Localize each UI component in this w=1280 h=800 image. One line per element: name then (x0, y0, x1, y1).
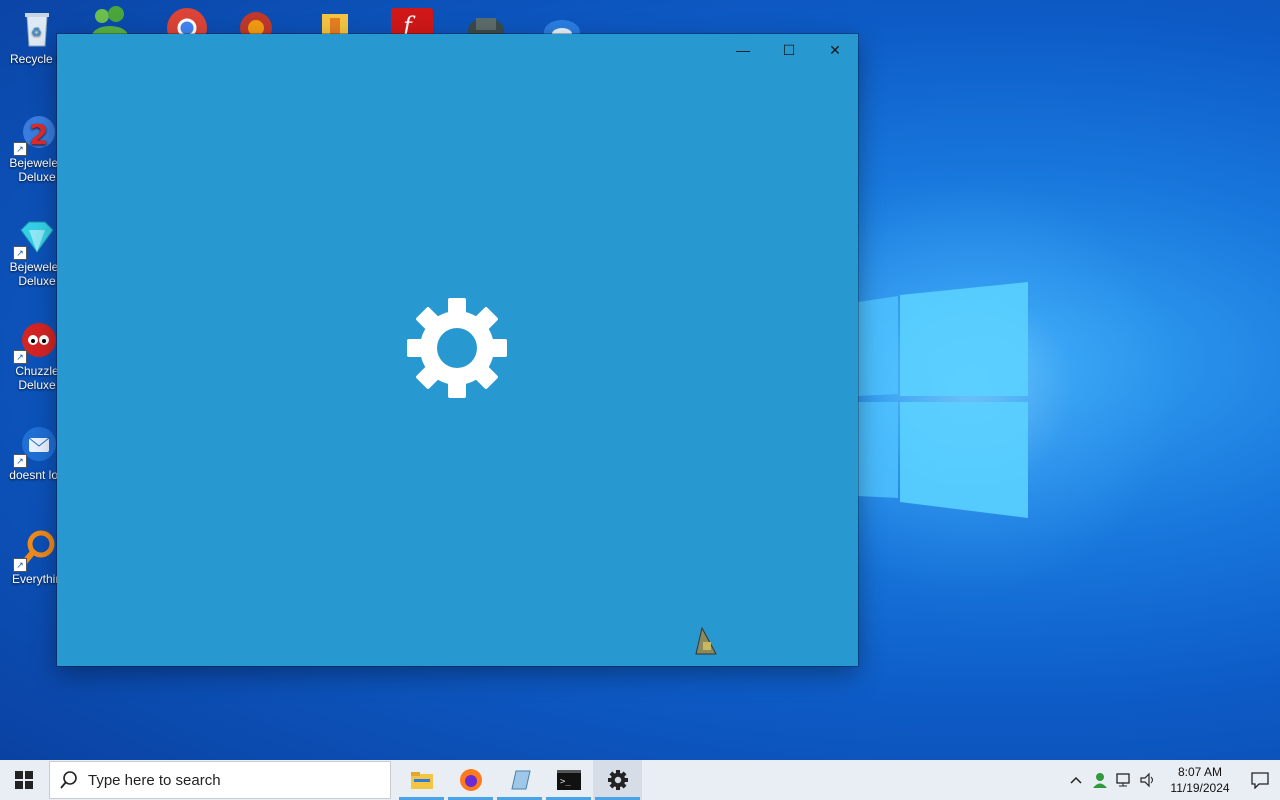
search-placeholder: Type here to search (88, 771, 221, 789)
settings-window[interactable]: — ☐ ✕ (57, 34, 858, 666)
maximize-button[interactable]: ☐ (766, 34, 812, 66)
taskbar-notepad[interactable] (495, 760, 544, 800)
svg-text:2: 2 (29, 118, 48, 151)
clock-time: 8:07 AM (1177, 765, 1223, 779)
shortcut-arrow-icon: ↗ (13, 350, 27, 364)
start-button[interactable] (0, 760, 48, 800)
action-center-button[interactable] (1240, 760, 1280, 800)
taskbar-terminal[interactable]: >_ (544, 760, 593, 800)
tray-volume-button[interactable] (1136, 760, 1160, 800)
users-icon[interactable] (88, 4, 132, 46)
bejeweled-icon: ↗ (13, 216, 57, 260)
shortcut-arrow-icon: ↗ (13, 454, 27, 468)
recycle-bin-icon: ♻ (17, 8, 57, 48)
app-icon[interactable] (236, 4, 280, 44)
search-icon (50, 771, 88, 789)
tray-user-button[interactable] (1088, 760, 1112, 800)
file-explorer-icon (410, 772, 433, 789)
shortcut-arrow-icon: ↗ (13, 142, 27, 156)
window-titlebar[interactable]: — ☐ ✕ (720, 34, 858, 66)
notification-icon (1251, 772, 1269, 789)
archive-icon[interactable] (316, 4, 360, 40)
tray-network-button[interactable] (1112, 760, 1136, 800)
chrome-icon[interactable] (165, 4, 209, 48)
maximize-icon: ☐ (782, 41, 796, 58)
show-hidden-icons-button[interactable] (1064, 760, 1088, 800)
bejeweled2-icon: 2 ↗ (13, 112, 57, 156)
shortcut-arrow-icon: ↗ (13, 246, 27, 260)
taskbar-settings[interactable] (593, 760, 642, 800)
minimize-button[interactable]: — (720, 34, 766, 66)
system-tray: 8:07 AM 11/19/2024 (1064, 760, 1280, 800)
volume-icon (1140, 772, 1153, 788)
firefox-icon (459, 769, 482, 791)
svg-text:♻: ♻ (31, 25, 42, 39)
everything-search-icon: ↗ (13, 528, 57, 572)
taskbar-firefox[interactable] (446, 760, 495, 800)
taskbar-apps: >_ (397, 760, 642, 800)
windows-start-icon (15, 771, 33, 789)
network-icon (1116, 773, 1130, 787)
flash-icon[interactable]: f (389, 4, 433, 40)
close-button[interactable]: ✕ (812, 34, 858, 66)
close-icon: ✕ (829, 41, 841, 58)
terminal-icon: >_ (556, 770, 581, 790)
taskbar: Type here to search >_ 8:07 AM 11/19/202… (0, 760, 1280, 800)
settings-icon (607, 770, 628, 790)
settings-gear-icon (407, 298, 507, 398)
notepad-icon (510, 770, 531, 790)
minimize-icon: — (736, 42, 750, 58)
user-icon (1093, 773, 1107, 788)
busy-cursor-icon (695, 626, 717, 655)
chevron-up-icon (1070, 776, 1082, 784)
windows-logo-wallpaper (858, 282, 1028, 518)
taskbar-search-box[interactable]: Type here to search (49, 761, 391, 799)
chuzzle-icon: ↗ (13, 320, 57, 364)
shortcut-arrow-icon: ↗ (13, 558, 27, 572)
taskbar-file-explorer[interactable] (397, 760, 446, 800)
clock-date: 11/19/2024 (1170, 781, 1230, 795)
svg-text:>_: >_ (560, 777, 571, 787)
bird-icon[interactable] (538, 4, 582, 44)
thunderbird-icon: ↗ (13, 424, 57, 468)
castle-icon[interactable] (464, 4, 508, 42)
taskbar-clock[interactable]: 8:07 AM 11/19/2024 (1164, 764, 1236, 796)
